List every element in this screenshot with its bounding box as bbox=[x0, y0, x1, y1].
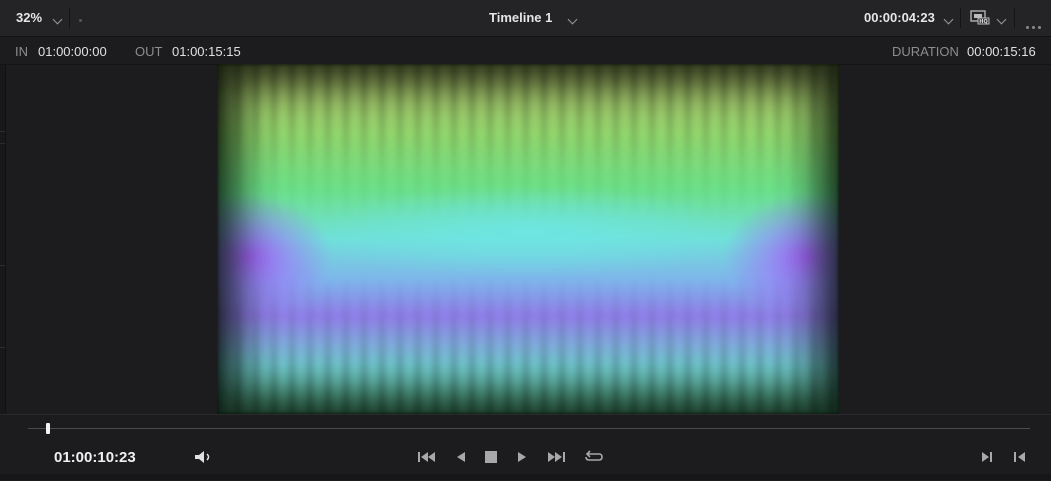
current-timecode[interactable]: 01:00:10:23 bbox=[54, 449, 136, 466]
video-frame[interactable] bbox=[217, 64, 839, 414]
next-clip-icon[interactable] bbox=[977, 449, 999, 465]
timeline-chevron-down-icon[interactable] bbox=[567, 14, 578, 25]
playhead-handle[interactable] bbox=[46, 423, 51, 434]
volume-icon[interactable] bbox=[193, 449, 215, 465]
zoom-level[interactable]: 32% bbox=[16, 10, 42, 25]
hq-playback-icon[interactable]: HQ bbox=[970, 10, 990, 25]
viewer-header: 32% Timeline 1 00:00:04:23 HQ bbox=[0, 0, 1051, 37]
hq-chevron-down-icon[interactable] bbox=[996, 14, 1007, 25]
duration-label: DURATION bbox=[892, 44, 959, 59]
loop-icon[interactable] bbox=[583, 449, 605, 465]
timecode-display[interactable]: 00:00:04:23 bbox=[864, 10, 935, 25]
play-reverse-icon[interactable] bbox=[450, 449, 472, 465]
zoom-chevron-down-icon[interactable] bbox=[52, 14, 63, 25]
duration-timecode: 00:00:15:16 bbox=[967, 44, 1036, 59]
transport-controls: 01:00:10:23 bbox=[0, 414, 1051, 481]
jump-to-end-icon[interactable] bbox=[545, 449, 567, 465]
in-label: IN bbox=[15, 44, 28, 59]
divider bbox=[1014, 8, 1015, 28]
in-out-bar: IN 01:00:00:00 OUT 01:00:15:15 DURATION … bbox=[0, 37, 1051, 65]
status-dot-icon bbox=[79, 19, 82, 22]
bottom-divider bbox=[0, 474, 1051, 480]
previous-clip-icon[interactable] bbox=[1010, 449, 1032, 465]
out-timecode[interactable]: 01:00:15:15 bbox=[172, 44, 241, 59]
svg-text:HQ: HQ bbox=[979, 19, 987, 25]
jump-to-start-icon[interactable] bbox=[416, 449, 438, 465]
divider bbox=[69, 8, 70, 28]
stop-icon[interactable] bbox=[480, 449, 502, 465]
timecode-chevron-down-icon[interactable] bbox=[943, 14, 954, 25]
divider bbox=[960, 8, 961, 28]
out-label: OUT bbox=[135, 44, 163, 59]
play-icon[interactable] bbox=[511, 449, 533, 465]
more-options-icon[interactable] bbox=[1026, 16, 1044, 34]
in-timecode[interactable]: 01:00:00:00 bbox=[38, 44, 107, 59]
scrubber-track[interactable] bbox=[28, 428, 1030, 429]
timeline-title[interactable]: Timeline 1 bbox=[489, 10, 552, 25]
